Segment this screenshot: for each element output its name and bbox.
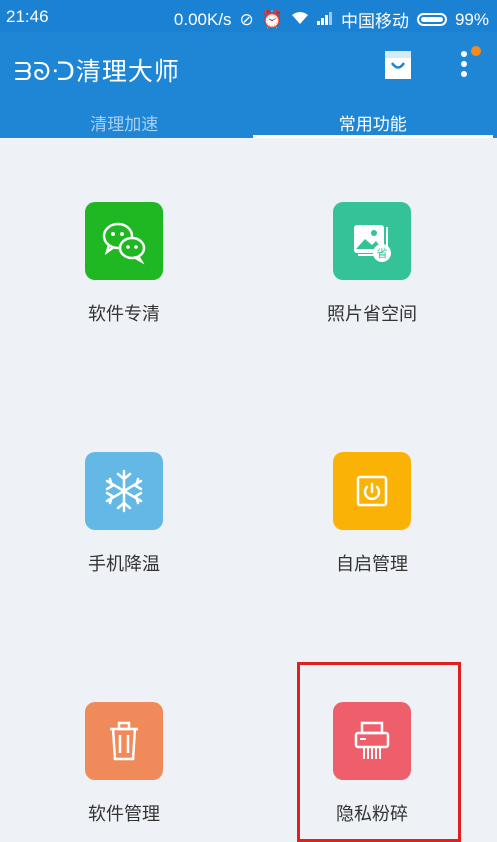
- feature-software-clean[interactable]: 软件专清: [0, 202, 248, 326]
- status-bar: 21:46 0.00K/s ⊘ ⏰ 中国移动 99%: [0, 0, 497, 32]
- status-time: 21:46: [6, 7, 49, 27]
- battery-level: 99%: [455, 10, 489, 30]
- wifi-icon: [291, 10, 309, 30]
- more-options-icon[interactable]: [452, 46, 482, 82]
- power-icon: [333, 452, 411, 530]
- feature-software-manage[interactable]: 软件管理: [0, 702, 248, 826]
- feature-label: 手机降温: [0, 550, 248, 576]
- feature-label: 软件管理: [0, 800, 248, 826]
- feature-label: 软件专清: [0, 300, 248, 326]
- tab-common-functions[interactable]: 常用功能: [249, 104, 497, 138]
- wechat-icon: [85, 202, 163, 280]
- app-logo-title: ᗱᘐᑝ清理大师: [14, 52, 180, 88]
- carrier-name: 中国移动: [341, 7, 409, 32]
- status-indicators: 0.00K/s ⊘ ⏰ 中国移动 99%: [174, 7, 489, 32]
- svg-text:省: 省: [377, 247, 388, 260]
- photo-save-icon: 省: [333, 202, 411, 280]
- tab-cleanup-speedup[interactable]: 清理加速: [0, 104, 249, 138]
- signal-icon: [317, 10, 333, 30]
- alarm-icon: ⏰: [262, 10, 283, 30]
- battery-icon: [417, 13, 447, 26]
- snowflake-icon: [85, 452, 163, 530]
- feature-autostart-manage[interactable]: 自启管理: [248, 452, 496, 576]
- feature-photo-save-space[interactable]: 省 照片省空间: [248, 202, 496, 326]
- feature-phone-cooling[interactable]: 手机降温: [0, 452, 248, 576]
- feature-label: 照片省空间: [248, 300, 496, 326]
- feature-label: 自启管理: [248, 550, 496, 576]
- mute-icon: ⊘: [240, 10, 254, 30]
- selection-highlight: [297, 662, 461, 842]
- tab-bar: 清理加速 常用功能: [0, 104, 497, 138]
- app-header: ᗱᘐᑝ清理大师 清理加速 常用功能: [0, 32, 497, 138]
- shopping-bag-icon[interactable]: [384, 50, 412, 80]
- trash-icon: [85, 702, 163, 780]
- network-speed: 0.00K/s: [174, 10, 232, 30]
